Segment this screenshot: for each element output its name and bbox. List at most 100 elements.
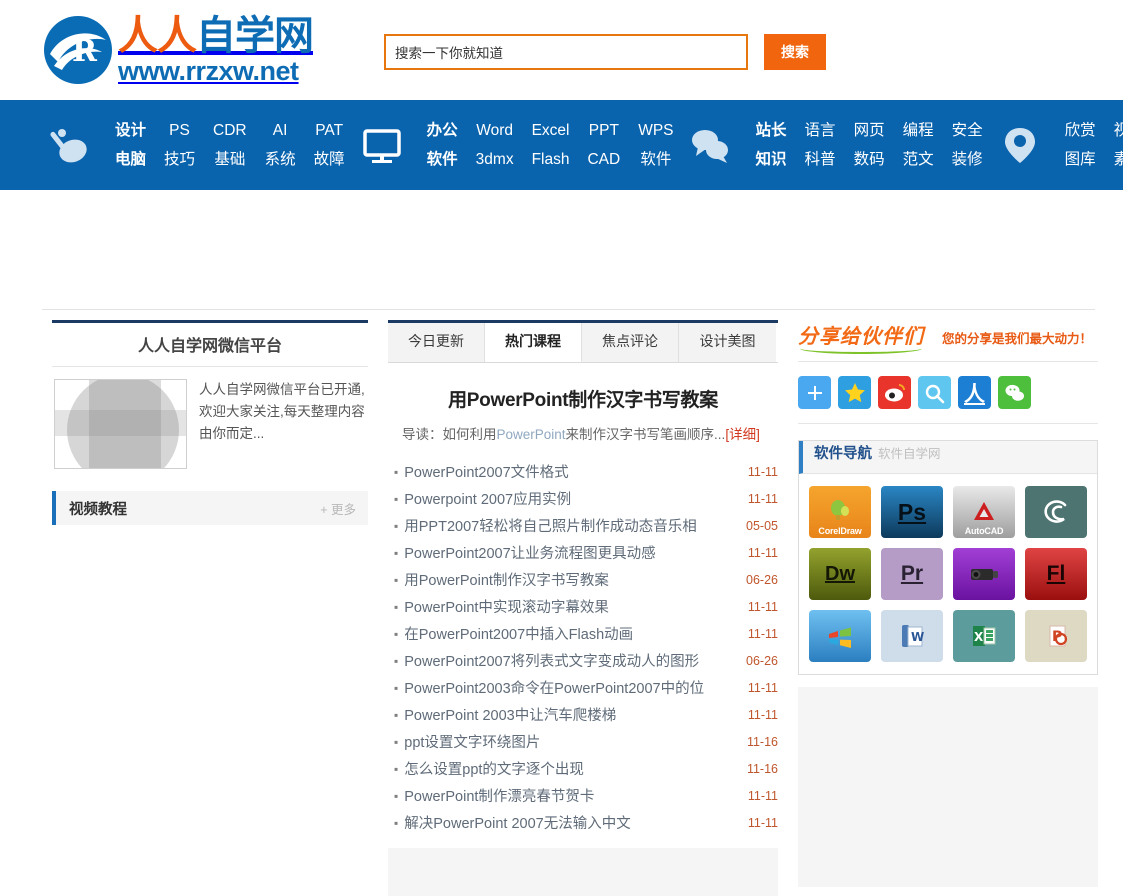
list-item: ▪ PowerPoint制作漂亮春节贺卡 11-11 [388,782,778,809]
share-section-header: 分享给伙伴们 您的分享是我们最大动力！ [798,320,1098,362]
article-link[interactable]: 怎么设置ppt的文字逐个出现 [404,758,737,779]
flash-icon[interactable]: Fl [1025,548,1087,600]
article-link[interactable]: PowerPoint2007让业务流程图更具动感 [404,542,738,563]
bullet-icon: ▪ [394,491,399,506]
search-input[interactable] [384,34,748,70]
article-link[interactable]: 在PowerPoint2007中插入Flash动画 [404,623,738,644]
featured-headline[interactable]: 用PowerPoint制作汉字书写教案 [388,385,778,412]
dreamweaver-icon[interactable]: Dw [809,548,871,600]
wechat-icon[interactable] [998,376,1031,409]
logo-url: www.rrzxw.net [118,55,299,86]
tab-focus-comments[interactable]: 焦点评论 [582,323,679,362]
nav-link-top[interactable]: 设计 [115,116,146,145]
nav-link-bottom[interactable]: 3dmx [476,145,514,174]
nav-link-top[interactable]: Excel [532,116,570,145]
article-link[interactable]: 解决PowerPoint 2007无法输入中文 [404,812,738,833]
share-plus-icon[interactable] [798,376,831,409]
nav-link-top[interactable]: 安全 [952,116,983,145]
renren-icon[interactable]: 人 [958,376,991,409]
nav-link-top[interactable]: 网页 [854,116,885,145]
soft-cell-glyph: Fl [1046,562,1066,585]
article-link[interactable]: 用PPT2007轻松将自己照片制作成动态音乐相 [404,515,736,536]
nav-link-bottom[interactable]: CAD [587,145,620,174]
nav-col-0: 办公 软件 [418,116,467,174]
excel-icon[interactable]: X [953,610,1015,662]
article-link[interactable]: PowerPoint中实现滚动字幕效果 [404,596,738,617]
weibo-icon[interactable] [878,376,911,409]
nav-link-top[interactable]: WPS [638,116,673,145]
wechat-qr-thumbnail[interactable] [54,379,187,469]
nav-link-top[interactable]: 欣赏 [1065,116,1096,145]
list-item: ▪ Powerpoint 2007应用实例 11-11 [388,485,778,512]
tab-design-gallery[interactable]: 设计美图 [679,323,776,362]
coreldraw-icon[interactable]: CorelDraw [809,486,871,538]
nav-link-top[interactable]: 语言 [805,116,836,145]
windows-icon[interactable] [809,610,871,662]
baidu-tieba-icon[interactable] [918,376,951,409]
camcorder-icon[interactable] [953,548,1015,600]
nav-link-top[interactable]: CDR [213,116,247,145]
nav-link-bottom[interactable]: 范文 [903,145,934,174]
tab-today-update[interactable]: 今日更新 [388,323,485,362]
nav-link-bottom[interactable]: 软件 [427,145,458,174]
nav-link-bottom[interactable]: 系统 [265,145,296,174]
article-date: 11-11 [747,626,778,641]
nav-link-top[interactable]: PPT [589,116,619,145]
nav-link-bottom[interactable]: 科普 [805,145,836,174]
autocad-icon[interactable]: AutoCAD [953,486,1015,538]
article-link[interactable]: Powerpoint 2007应用实例 [404,488,738,509]
nav-link-top[interactable]: PAT [315,116,343,145]
article-link[interactable]: PowerPoint2007将列表式文字变成动人的图形 [404,650,736,671]
content-top-divider [42,309,1095,310]
nav-col-0: 设计 电脑 [106,116,155,174]
svg-text:R: R [72,34,98,69]
nav-link-bottom[interactable]: 电脑 [115,145,146,174]
nav-link-bottom[interactable]: 软件 [640,145,671,174]
nav-link-top[interactable]: PS [169,116,190,145]
chat-bubbles-icon [683,117,739,173]
nav-col-1: 语言 科普 [796,116,845,174]
article-link[interactable]: 用PowerPoint制作汉字书写教案 [404,569,736,590]
tab-hot-courses[interactable]: 热门课程 [485,323,582,362]
nav-link-bottom[interactable]: Flash [532,145,570,174]
word-icon[interactable]: W [881,610,943,662]
article-link[interactable]: ppt设置文字环绕图片 [404,731,737,752]
nav-link-bottom[interactable]: 素材 [1114,145,1123,174]
nav-link-bottom[interactable]: 图库 [1065,145,1096,174]
logo-title: 人人自学网 [118,16,314,56]
article-link[interactable]: PowerPoint2007文件格式 [404,461,738,482]
nav-link-bottom[interactable]: 装修 [952,145,983,174]
nav-link-top[interactable]: 站长 [756,116,787,145]
article-link[interactable]: PowerPoint制作漂亮春节贺卡 [404,785,738,806]
nav-link-bottom[interactable]: 故障 [314,145,345,174]
nav-link-bottom[interactable]: 技巧 [164,145,195,174]
nav-link-bottom[interactable]: 基础 [214,145,245,174]
list-item: ▪ 用PPT2007轻松将自己照片制作成动态音乐相 05-05 [388,512,778,539]
software-nav-title: 软件导航 [814,446,872,462]
cinema-swish-icon[interactable] [1025,486,1087,538]
video-tutorial-more-link[interactable]: + 更多 [320,499,356,518]
article-date: 11-11 [747,545,778,560]
search-button[interactable]: 搜索 [764,34,826,70]
nav-link-top[interactable]: 视频 [1114,116,1123,145]
nav-link-bottom[interactable]: 知识 [756,145,787,174]
bullet-icon: ▪ [394,572,399,587]
photoshop-icon[interactable]: Ps [881,486,943,538]
nav-link-top[interactable]: 编程 [903,116,934,145]
logo-mark-icon: R [42,14,114,86]
article-date: 06-26 [746,572,778,587]
site-logo[interactable]: R 人人自学网 www.rrzxw.net [42,14,314,86]
powerpoint-icon[interactable]: P [1025,610,1087,662]
qzone-star-icon[interactable] [838,376,871,409]
nav-link-top[interactable]: 办公 [427,116,458,145]
article-date: 11-11 [747,707,778,722]
lead-more-link[interactable]: [详细] [725,427,760,442]
nav-group-office: 办公 软件 Word 3dmx Excel Flash PPT CAD WPS … [354,114,683,176]
premiere-icon[interactable]: Pr [881,548,943,600]
nav-group-webmaster: 站长 知识 语言 科普 网页 数码 编程 范文 安全 装修 [683,114,992,176]
nav-link-top[interactable]: AI [273,116,288,145]
article-link[interactable]: PowerPoint 2003中让汽车爬楼梯 [404,704,738,725]
nav-link-top[interactable]: Word [476,116,513,145]
nav-link-bottom[interactable]: 数码 [854,145,885,174]
article-link[interactable]: PowerPoint2003命令在PowerPoint2007中的位 [404,677,738,698]
